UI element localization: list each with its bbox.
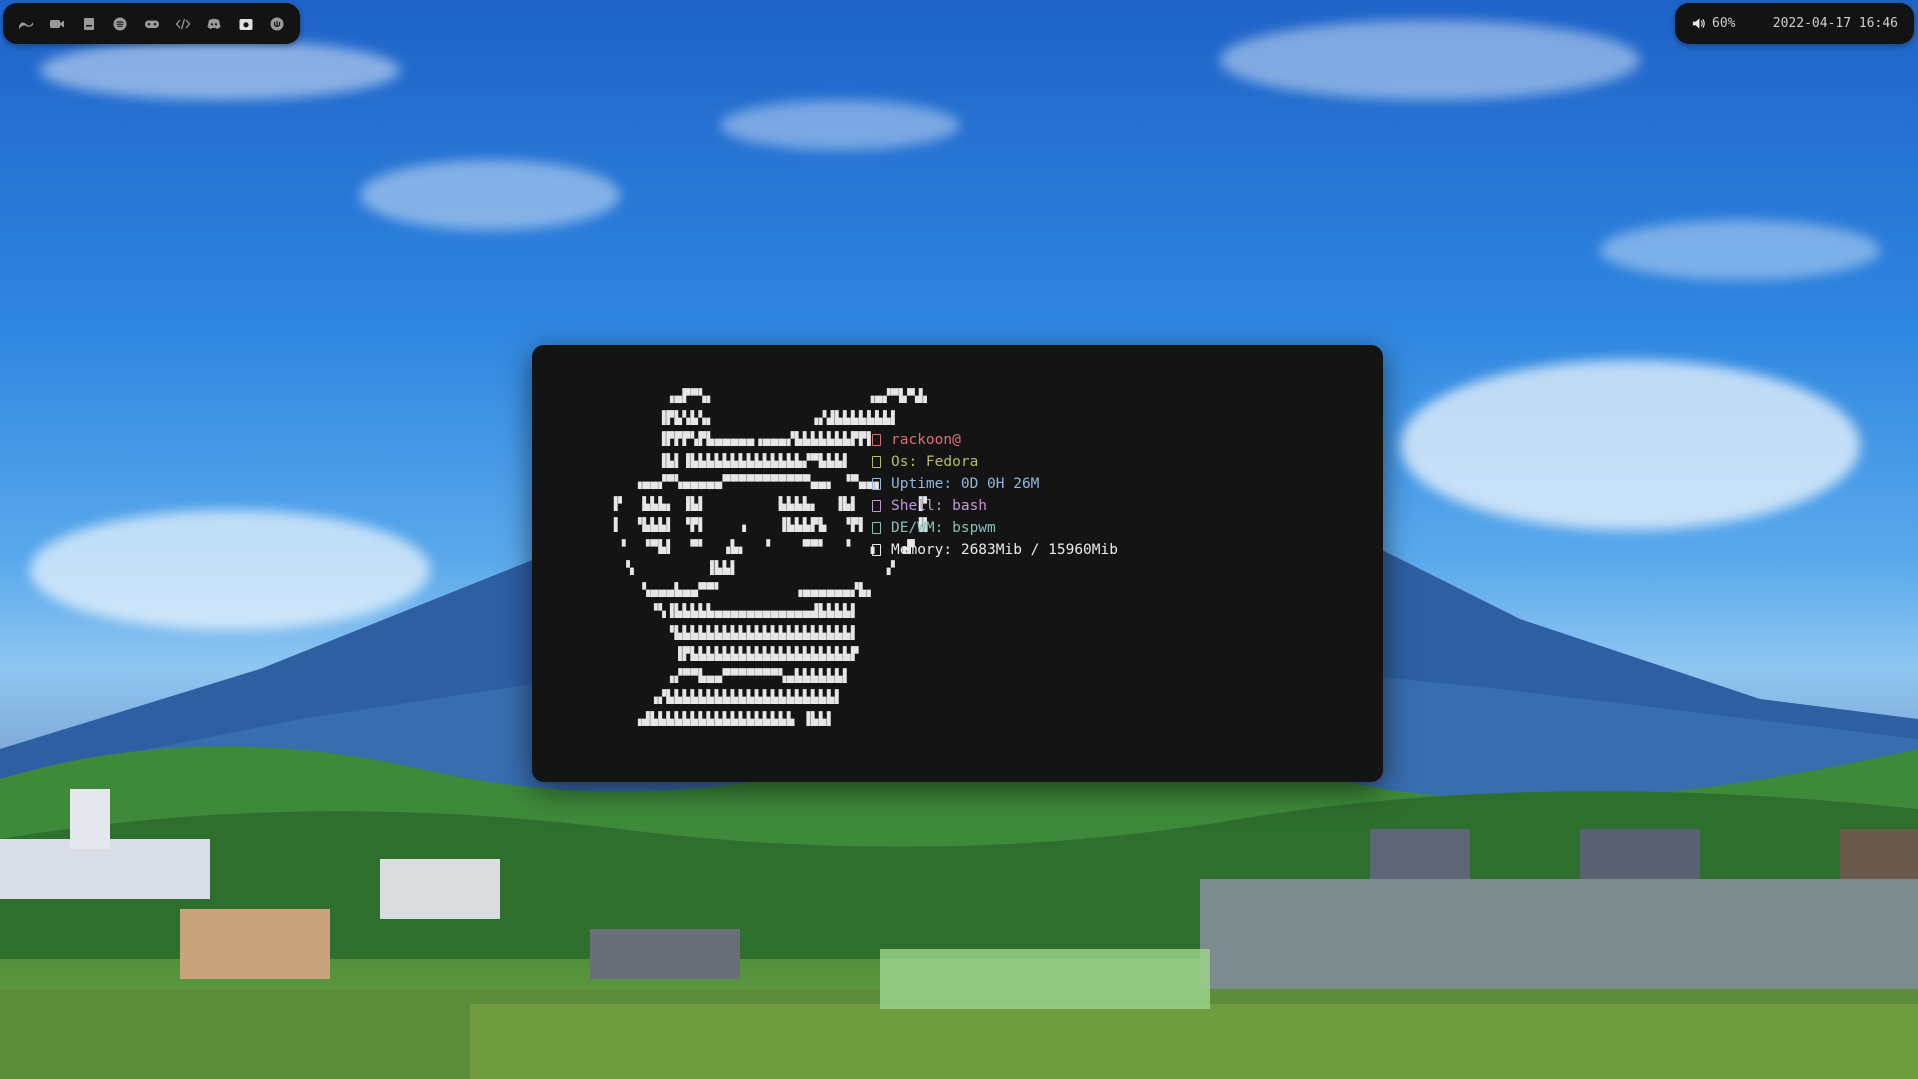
square-icon	[872, 434, 881, 446]
info-wm: DE/WM: bspwm	[872, 517, 1118, 539]
fetch-info: rackoon@ Os: Fedora Uptime: 0D 0H 26M Sh…	[872, 429, 1118, 561]
square-icon	[872, 456, 881, 468]
spotify-icon[interactable]	[111, 15, 129, 33]
info-memory: Memory: 2683Mib / 15960Mib	[872, 539, 1118, 561]
camera-icon[interactable]	[237, 15, 255, 33]
status-bar: 60% 2022-04-17 16:46	[1675, 3, 1914, 44]
info-user: rackoon@	[872, 429, 1118, 451]
info-shell: Shell: bash	[872, 495, 1118, 517]
volume-control[interactable]: 60%	[1691, 16, 1735, 31]
power-icon[interactable]	[268, 15, 286, 33]
cloud	[1220, 20, 1640, 100]
town-scene	[0, 789, 1918, 1079]
info-text: rackoon@	[891, 432, 961, 448]
square-icon	[872, 544, 881, 556]
video-camera-icon[interactable]	[48, 15, 66, 33]
info-os: Os: Fedora	[872, 451, 1118, 473]
desktop-wallpaper: 60% 2022-04-17 16:46 ▗▄▛▀▚▖ ▗▄▞▀▙▀▟▖ ▐▛▙…	[0, 0, 1918, 1079]
book-icon[interactable]	[80, 15, 98, 33]
gamepad-icon[interactable]	[143, 15, 161, 33]
info-text: Shell: bash	[891, 498, 988, 514]
square-icon	[872, 522, 881, 534]
speaker-icon	[1692, 18, 1705, 29]
cloud	[40, 40, 400, 100]
square-icon	[872, 478, 881, 490]
info-text: Memory: 2683Mib / 15960Mib	[891, 542, 1118, 558]
workspace-bar	[3, 3, 300, 44]
discord-icon[interactable]	[205, 15, 223, 33]
info-text: DE/WM: bspwm	[891, 520, 996, 536]
wave-icon[interactable]	[17, 15, 35, 33]
clock: 2022-04-17 16:46	[1772, 16, 1898, 31]
info-text: Os: Fedora	[891, 454, 979, 470]
info-text: Uptime: 0D 0H 26M	[891, 476, 1040, 492]
terminal-window[interactable]: ▗▄▛▀▚▖ ▗▄▞▀▙▀▟▖ ▐▛▙▚▙▚▖ ▗▞▟▙▙▙▙▙▙▙▌ ▐▛▛▛…	[532, 345, 1383, 782]
cloud	[720, 100, 960, 150]
code-icon[interactable]	[174, 15, 192, 33]
volume-level: 60%	[1712, 16, 1736, 31]
cloud	[1600, 220, 1880, 280]
info-uptime: Uptime: 0D 0H 26M	[872, 473, 1118, 495]
square-icon	[872, 500, 881, 512]
cloud	[360, 160, 620, 230]
